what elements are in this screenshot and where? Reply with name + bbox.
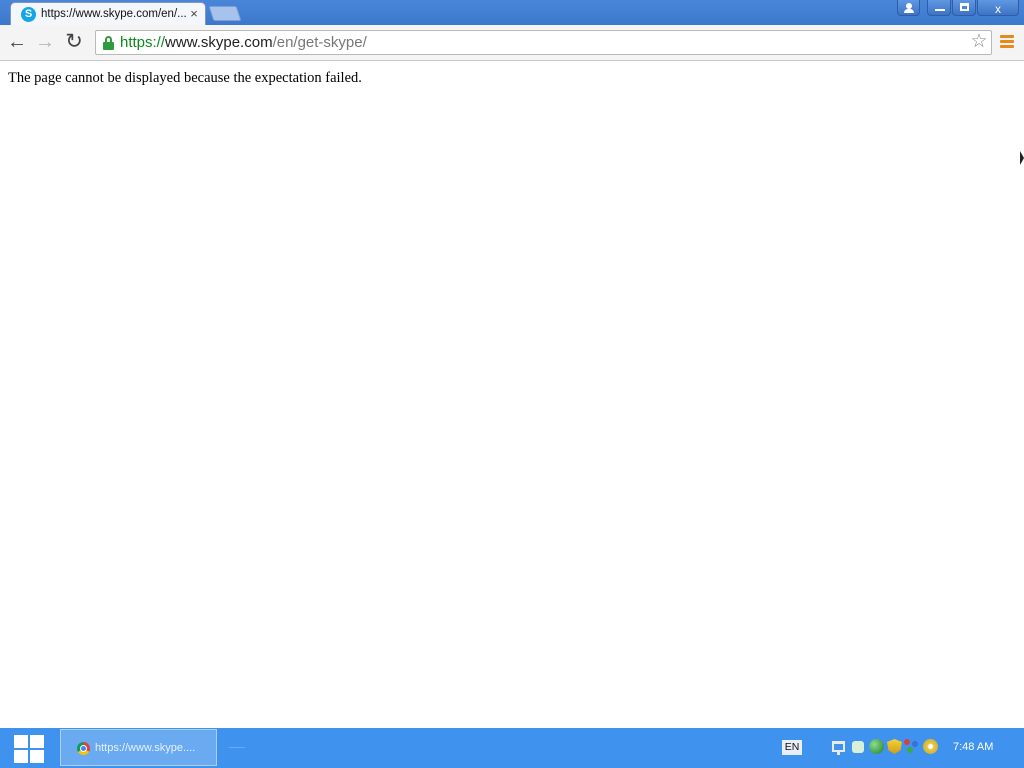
restore-button[interactable]	[952, 0, 976, 16]
screen: S https://www.skype.com/en/... × x ← → ↻	[0, 0, 1024, 768]
language-indicator[interactable]: EN	[782, 740, 802, 755]
network-icon[interactable]	[832, 741, 845, 755]
url-scheme: https://	[120, 34, 166, 51]
browser-tab[interactable]: S https://www.skype.com/en/... ×	[10, 2, 206, 25]
error-message: The page cannot be displayed because the…	[8, 70, 362, 86]
url-host: www.skype.com	[165, 34, 273, 51]
windows-logo-icon	[14, 735, 28, 748]
minimize-button[interactable]	[927, 0, 951, 16]
url-text[interactable]: https://www.skype.com/en/get-skype/	[120, 34, 367, 52]
forward-button[interactable]: →	[34, 31, 56, 53]
menu-icon[interactable]	[1000, 35, 1014, 49]
taskbar-item-chrome[interactable]: https://www.skype....	[60, 729, 217, 766]
bookmark-star-icon[interactable]: ☆	[969, 32, 989, 52]
new-tab-button[interactable]	[208, 6, 242, 21]
page-content: The page cannot be displayed because the…	[0, 61, 1024, 728]
taskbar-separator	[229, 747, 245, 748]
browser-toolbar: ← → ↻ https://www.skype.com/en/get-skype…	[0, 25, 1024, 61]
chrome-icon	[77, 742, 90, 755]
tab-close-icon[interactable]: ×	[187, 6, 201, 22]
taskbar-item-label: https://www.skype....	[95, 742, 196, 754]
minimize-icon	[935, 9, 945, 11]
globe-icon[interactable]	[869, 739, 884, 754]
profile-button[interactable]	[897, 0, 920, 16]
molecule-icon[interactable]	[904, 739, 919, 754]
back-button[interactable]: ←	[6, 31, 28, 53]
url-path: /en/get-skype/	[272, 34, 367, 51]
start-button[interactable]	[12, 733, 46, 763]
shield-icon[interactable]	[887, 739, 902, 754]
disc-icon[interactable]	[923, 739, 938, 754]
skype-favicon-icon: S	[21, 7, 36, 22]
browser-titlebar: S https://www.skype.com/en/... × x	[0, 0, 1024, 25]
restore-icon	[960, 3, 969, 11]
close-icon: x	[995, 2, 1001, 16]
close-window-button[interactable]: x	[977, 0, 1019, 16]
reload-button[interactable]: ↻	[63, 31, 85, 53]
lock-icon[interactable]	[103, 36, 114, 50]
address-bar[interactable]: https://www.skype.com/en/get-skype/ ☆	[95, 30, 992, 55]
mouse-cursor-icon	[1020, 151, 1024, 165]
tab-title: https://www.skype.com/en/...	[41, 8, 187, 20]
taskbar: https://www.skype.... EN 7:48 AM	[0, 728, 1024, 768]
speaker-icon[interactable]	[852, 741, 864, 753]
clock[interactable]: 7:48 AM	[953, 740, 993, 755]
